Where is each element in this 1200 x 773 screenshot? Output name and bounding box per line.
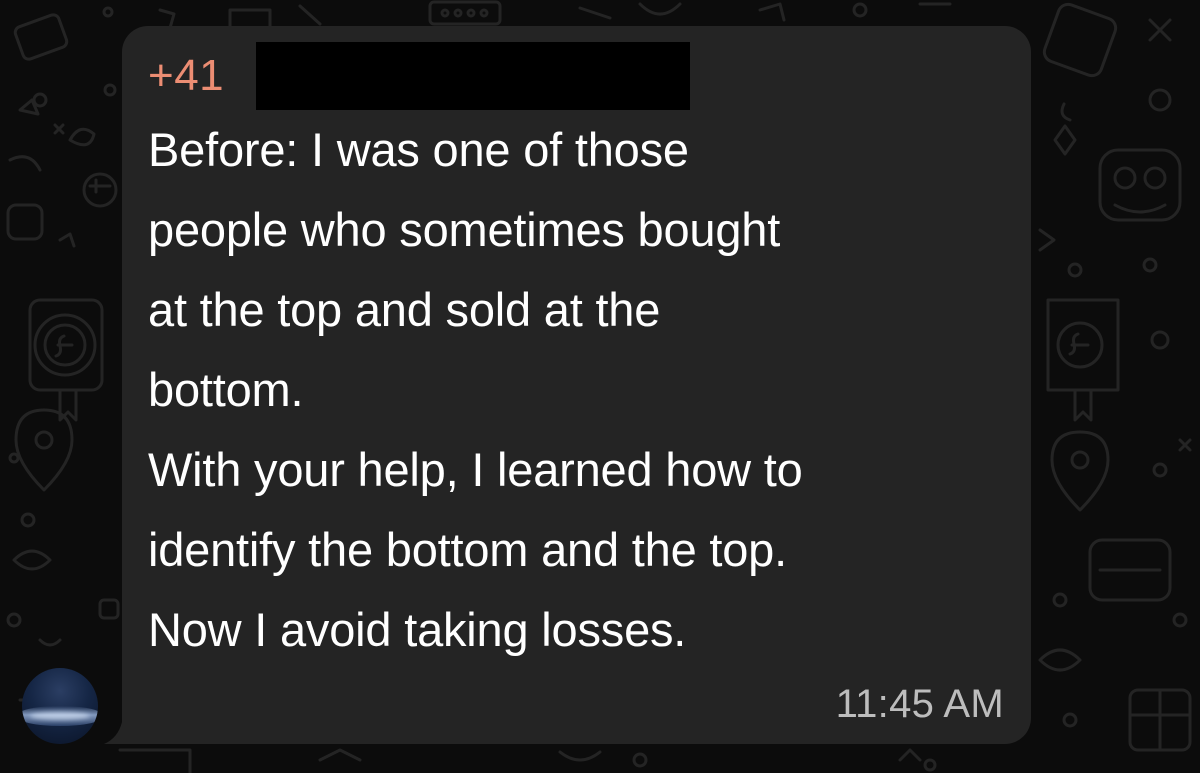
- message-text: Before: I was one of those people who so…: [148, 110, 1008, 670]
- message-line: Before: I was one of those: [148, 123, 689, 176]
- message-line: identify the bottom and the top.: [148, 523, 787, 576]
- message-line: With your help, I learned how to: [148, 443, 803, 496]
- message-line: bottom.: [148, 363, 304, 416]
- message-line: people who sometimes bought: [148, 203, 781, 256]
- sender-phone-prefix[interactable]: +41: [148, 50, 224, 102]
- sender-row: +41: [148, 40, 224, 112]
- avatar-city-lights: [30, 712, 90, 720]
- earth-from-space-avatar[interactable]: [22, 668, 98, 744]
- message-line: at the top and sold at the: [148, 283, 661, 336]
- message-timestamp: 11:45 AM: [835, 682, 1004, 726]
- message-line: Now I avoid taking losses.: [148, 603, 687, 656]
- redacted-sender-number: [256, 42, 690, 110]
